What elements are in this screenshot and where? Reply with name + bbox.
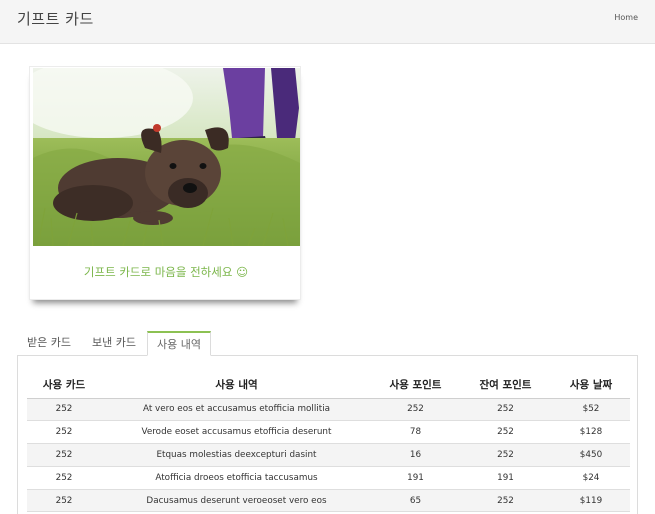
cell-points-used: 65	[372, 489, 459, 513]
table-row[interactable]: 252 Atofficia droeos etofficia taccusamu…	[27, 466, 630, 490]
tab-usage-history[interactable]: 사용 내역	[147, 331, 211, 356]
cell-points-remaining: 252	[459, 489, 552, 513]
table-header-row: 사용 카드 사용 내역 사용 포인트 잔여 포인트 사용 날짜	[27, 372, 630, 399]
cell-points-used: 78	[372, 420, 459, 445]
home-link[interactable]: Home	[614, 13, 638, 22]
usage-history-table: 사용 카드 사용 내역 사용 포인트 잔여 포인트 사용 날짜 252 At v…	[27, 372, 630, 513]
usage-history-panel: 사용 카드 사용 내역 사용 포인트 잔여 포인트 사용 날짜 252 At v…	[17, 355, 638, 514]
column-header-date: 사용 날짜	[552, 372, 630, 399]
puppy-photo	[33, 68, 300, 246]
cell-card: 252	[27, 420, 101, 445]
column-header-details: 사용 내역	[101, 372, 372, 399]
tab-sent-cards[interactable]: 보낸 카드	[81, 331, 147, 356]
card-caption: 기프트 카드로 마음을 전하세요 ☺	[83, 265, 249, 279]
column-header-points-remaining: 잔여 포인트	[459, 372, 552, 399]
cell-card: 252	[27, 489, 101, 513]
cell-details: At vero eos et accusamus etofficia molli…	[101, 398, 372, 422]
table-row[interactable]: 252 Verode eoset accusamus etofficia des…	[27, 420, 630, 445]
cell-points-used: 191	[372, 466, 459, 490]
cell-details: Atofficia droeos etofficia taccusamus	[101, 466, 372, 490]
top-navbar: 기프트 카드 Home	[0, 0, 655, 44]
cell-date: $52	[552, 398, 630, 422]
column-header-points-used: 사용 포인트	[372, 372, 459, 399]
cell-points-remaining: 252	[459, 420, 552, 445]
cell-card: 252	[27, 443, 101, 467]
cell-date: $450	[552, 443, 630, 467]
cell-points-used: 16	[372, 443, 459, 467]
cell-points-remaining: 191	[459, 466, 552, 490]
history-tabs: 받은 카드 보낸 카드 사용 내역	[17, 331, 638, 356]
table-row[interactable]: 252 Dacusamus deserunt veroeoset vero eo…	[27, 489, 630, 513]
cell-details: Verode eoset accusamus etofficia deserun…	[101, 420, 372, 445]
brand-title[interactable]: 기프트 카드	[17, 8, 94, 29]
cell-card: 252	[27, 466, 101, 490]
cell-date: $24	[552, 466, 630, 490]
cell-details: Dacusamus deserunt veroeoset vero eos	[101, 489, 372, 513]
tab-received-cards[interactable]: 받은 카드	[17, 331, 81, 356]
cell-date: $119	[552, 489, 630, 513]
gift-card: 기프트 카드로 마음을 전하세요 ☺	[29, 66, 301, 300]
cell-points-remaining: 252	[459, 443, 552, 467]
cell-points-used: 252	[372, 398, 459, 422]
cell-details: Etquas molestias deexcepturi dasint	[101, 443, 372, 467]
cell-points-remaining: 252	[459, 398, 552, 422]
cell-date: $128	[552, 420, 630, 445]
table-row[interactable]: 252 Etquas molestias deexcepturi dasint …	[27, 443, 630, 467]
column-header-card: 사용 카드	[27, 372, 101, 399]
cell-card: 252	[27, 398, 101, 422]
table-row[interactable]: 252 At vero eos et accusamus etofficia m…	[27, 398, 630, 422]
